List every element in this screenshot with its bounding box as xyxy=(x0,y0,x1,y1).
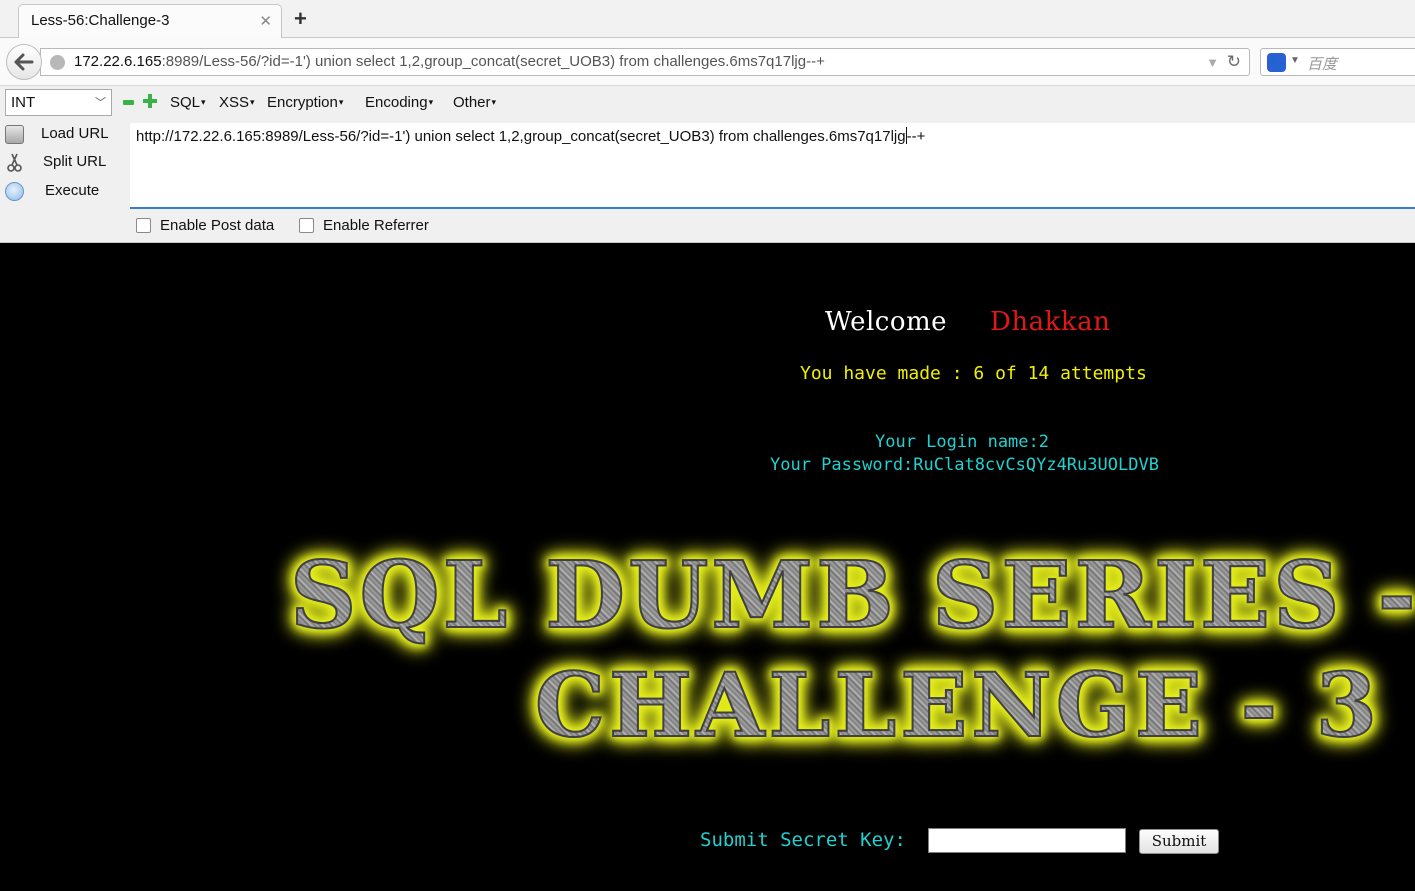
decrease-icon[interactable] xyxy=(123,100,134,105)
chevron-down-icon: ﹀ xyxy=(95,97,106,109)
back-button[interactable] xyxy=(6,44,42,80)
url-text-before-caret: http://172.22.6.165:8989/Less-56/?id=-1'… xyxy=(136,128,906,145)
load-url-button[interactable]: Load URL xyxy=(0,122,128,148)
menu-other[interactable]: Other▾ xyxy=(453,94,496,111)
hackbar-panel: INT ﹀ SQL▾ XSS▾ Encryption▾ Encoding▾ Ot… xyxy=(0,86,1415,243)
search-engine-dropdown-icon[interactable]: ▼ xyxy=(1290,55,1300,66)
load-url-label: Load URL xyxy=(41,125,109,142)
menu-xss[interactable]: XSS▾ xyxy=(219,94,255,111)
baidu-paw-icon[interactable]: 🐾 xyxy=(1267,53,1286,72)
referrer-label: Enable Referrer xyxy=(323,217,429,234)
url-text-after-caret: --+ xyxy=(906,128,926,145)
menu-sql[interactable]: SQL▾ xyxy=(170,94,206,111)
submit-button[interactable]: Submit xyxy=(1139,829,1219,854)
tab-title: Less-56:Challenge-3 xyxy=(31,12,170,29)
menu-encoding[interactable]: Encoding▾ xyxy=(365,94,433,111)
tab-less-56[interactable]: Less-56:Challenge-3 ✕ xyxy=(18,4,282,39)
menu-sql-label: SQL xyxy=(170,94,201,111)
menu-xss-label: XSS xyxy=(219,94,250,111)
load-url-icon xyxy=(5,125,24,144)
attempts-text: You have made : 6 of 14 attempts xyxy=(800,363,1147,384)
menu-encryption[interactable]: Encryption▾ xyxy=(267,94,343,111)
split-url-button[interactable]: Split URL xyxy=(0,150,128,176)
menu-encryption-label: Encryption xyxy=(267,94,338,111)
banner-title-line-2: CHALLENGE - 3 xyxy=(534,652,1381,758)
type-select[interactable]: INT ﹀ xyxy=(5,89,112,116)
hackbar-url-textarea[interactable]: http://172.22.6.165:8989/Less-56/?id=-1'… xyxy=(130,123,1415,209)
split-url-label: Split URL xyxy=(43,153,107,170)
menu-encoding-label: Encoding xyxy=(365,94,428,111)
execute-button[interactable]: Execute xyxy=(0,179,128,205)
navigation-bar: 172.22.6.165:8989/Less-56/?id=-1') union… xyxy=(0,38,1415,86)
search-box[interactable]: 🐾 ▼ 百度 xyxy=(1260,48,1415,76)
banner-title-line-1: SQL DUMB SERIES - xyxy=(289,540,1415,650)
submit-key-label: Submit Secret Key: xyxy=(700,829,906,851)
type-select-value: INT xyxy=(11,94,36,111)
address-bar[interactable]: 172.22.6.165:8989/Less-56/?id=-1') union… xyxy=(40,48,1250,76)
history-dropdown-icon[interactable]: ▼ xyxy=(1206,55,1219,70)
url-host: 172.22.6.165 xyxy=(74,53,162,70)
password-text: Your Password:RuClat8cvCsQYz4Ru3UOLDVB xyxy=(770,455,1159,475)
tab-strip: Less-56:Challenge-3 ✕ + xyxy=(0,0,1415,39)
page-content: Welcome Dhakkan You have made : 6 of 14 … xyxy=(0,243,1415,891)
login-name-text: Your Login name:2 xyxy=(875,432,1049,452)
welcome-name: Dhakkan xyxy=(990,307,1111,337)
scissors-icon xyxy=(7,153,22,172)
execute-label: Execute xyxy=(45,182,100,199)
address-text[interactable]: 172.22.6.165:8989/Less-56/?id=-1') union… xyxy=(74,53,825,70)
referrer-checkbox[interactable] xyxy=(299,218,314,233)
enable-post-data-toggle[interactable]: Enable Post data xyxy=(136,217,274,234)
menu-other-label: Other xyxy=(453,94,491,111)
reload-icon[interactable]: ↻ xyxy=(1227,52,1241,72)
close-tab-icon[interactable]: ✕ xyxy=(259,12,272,30)
globe-icon xyxy=(50,55,65,70)
new-tab-button[interactable]: + xyxy=(294,6,307,32)
back-arrow-icon xyxy=(14,53,34,71)
post-data-label: Enable Post data xyxy=(160,217,275,234)
url-path: :8989/Less-56/?id=-1') union select 1,2,… xyxy=(161,53,825,70)
enable-referrer-toggle[interactable]: Enable Referrer xyxy=(299,217,429,234)
post-data-checkbox[interactable] xyxy=(136,218,151,233)
search-placeholder: 百度 xyxy=(1307,56,1338,73)
welcome-label: Welcome xyxy=(825,307,948,337)
play-icon xyxy=(5,182,24,201)
increase-icon[interactable] xyxy=(143,94,157,108)
secret-key-input[interactable] xyxy=(928,828,1126,853)
